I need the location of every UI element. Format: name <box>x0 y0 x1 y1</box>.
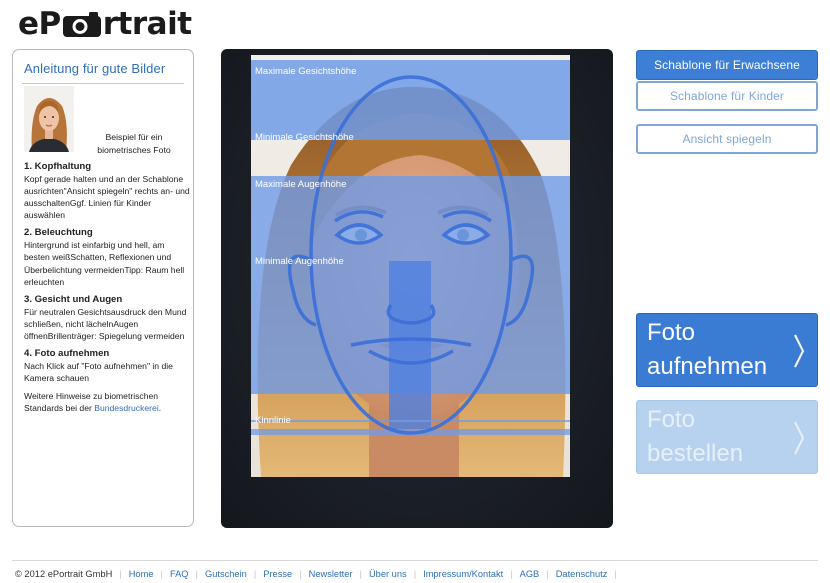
min-eye-height-label: Minimale Augenhöhe <box>255 256 344 267</box>
take-photo-label-line2: aufnehmen <box>647 353 768 380</box>
footer-separator: | <box>413 569 417 579</box>
section-title-face-eyes: 3. Gesicht und Augen <box>24 293 123 305</box>
footer-divider <box>12 560 818 561</box>
footer-separator: | <box>119 569 122 579</box>
section-text-take-photo: Nach Klick auf "Foto aufnehmen" in die K… <box>24 361 173 384</box>
child-template-button[interactable]: Schablone für Kinder <box>636 81 818 111</box>
max-eye-height-label: Maximale Augenhöhe <box>255 179 346 190</box>
guide-instructions: 1. Kopfhaltung Kopf gerade halten und an… <box>24 161 190 420</box>
footer-separator: | <box>160 569 163 579</box>
footer-link-impressum[interactable]: Impressum/Kontakt <box>423 569 503 579</box>
order-photo-label-line2: bestellen <box>647 440 744 467</box>
sample-portrait-image <box>24 86 74 152</box>
camera-preview: Maximale Gesichtshöhe Minimale Gesichtsh… <box>221 49 613 528</box>
guide-panel: Anleitung für gute Bilder Beispiel für e… <box>12 49 194 527</box>
hint-suffix: . <box>158 403 162 414</box>
footer-link-datenschutz[interactable]: Datenschutz <box>556 569 608 579</box>
max-face-height-label: Maximale Gesichtshöhe <box>255 66 356 77</box>
camera-logo-icon <box>62 12 101 37</box>
section-title-take-photo: 4. Foto aufnehmen <box>24 348 110 360</box>
footer-link-agb[interactable]: AGB <box>520 569 540 579</box>
eportrait-logo: eP rtrait <box>18 6 192 42</box>
footer: © 2012 ePortrait GmbH | Home | FAQ | Gut… <box>15 569 624 579</box>
copyright-text: © 2012 ePortrait GmbH <box>15 569 113 579</box>
chevron-right-icon <box>794 421 805 455</box>
logo-text-left: eP <box>18 6 61 42</box>
section-title-lighting: 2. Beleuchtung <box>24 227 93 239</box>
take-photo-label-line1: Foto <box>647 319 696 346</box>
guide-title: Anleitung für gute Bilder <box>24 61 166 76</box>
footer-link-gutschein[interactable]: Gutschein <box>205 569 247 579</box>
bundesdruckerei-link[interactable]: Bundesdruckerei <box>94 403 159 413</box>
chevron-right-icon <box>794 334 805 368</box>
section-text-lighting: Hintergrund ist einfarbig und hell, am b… <box>24 240 185 287</box>
section-title-head-position: 1. Kopfhaltung <box>24 161 92 172</box>
section-text-face-eyes: Für neutralen Gesichtsausdruck den Mund … <box>24 306 187 341</box>
footer-separator: | <box>510 569 513 579</box>
footer-separator: | <box>546 569 549 579</box>
logo-text-right: rtrait <box>102 6 192 42</box>
section-text-head-position: Kopf gerade halten und an der Schablone … <box>24 174 190 221</box>
footer-separator: | <box>195 569 198 579</box>
adult-template-button[interactable]: Schablone für Erwachsene <box>636 50 818 80</box>
take-photo-button[interactable]: Foto aufnehmen <box>636 313 818 387</box>
footer-link-ueber-uns[interactable]: Über uns <box>369 569 407 579</box>
min-face-height-label: Minimale Gesichtshöhe <box>255 132 354 143</box>
portrait-template-overlay: Maximale Gesichtshöhe Minimale Gesichtsh… <box>251 55 570 477</box>
chin-line-label: Kinnlinie <box>255 415 291 426</box>
footer-separator: | <box>359 569 362 579</box>
guide-divider <box>22 83 184 84</box>
live-photo: Maximale Gesichtshöhe Minimale Gesichtsh… <box>251 55 570 477</box>
order-photo-label-line1: Foto <box>647 406 696 433</box>
sample-caption: Beispiel für ein biometrisches Foto <box>97 132 171 155</box>
footer-link-newsletter[interactable]: Newsletter <box>309 569 353 579</box>
footer-separator: | <box>299 569 302 579</box>
footer-separator: | <box>614 569 617 579</box>
footer-link-faq[interactable]: FAQ <box>170 569 189 579</box>
footer-link-presse[interactable]: Presse <box>263 569 292 579</box>
mirror-view-button[interactable]: Ansicht spiegeln <box>636 124 818 154</box>
footer-separator: | <box>253 569 257 579</box>
biometric-hint: Weitere Hinweise zu biometrischen Standa… <box>24 390 190 414</box>
order-photo-button[interactable]: Foto bestellen <box>636 400 818 474</box>
footer-link-home[interactable]: Home <box>129 569 154 579</box>
